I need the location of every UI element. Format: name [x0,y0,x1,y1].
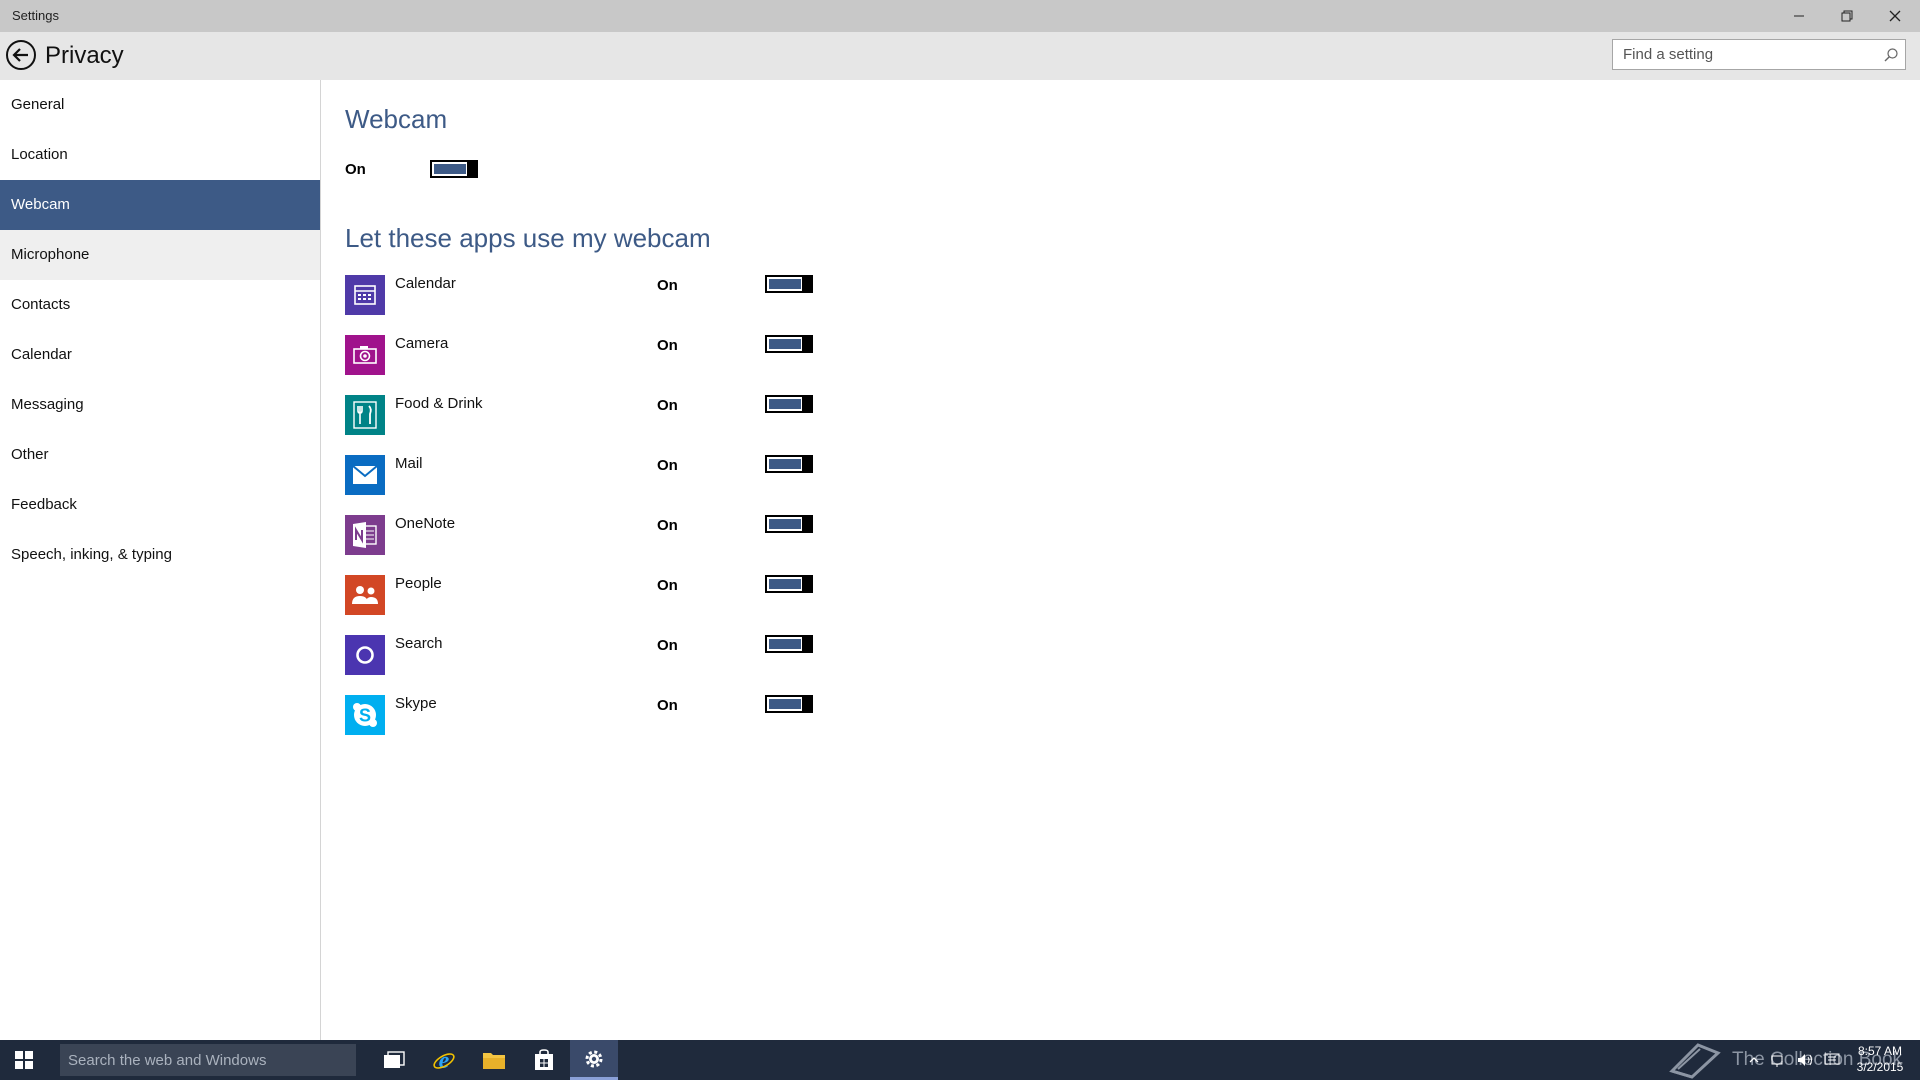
book-logo-icon [1669,1043,1721,1079]
clock-time: 8:57 AM [1857,1044,1903,1058]
page-header: Privacy [0,32,1920,80]
app-toggle-search[interactable] [765,635,813,653]
task-view-button[interactable] [370,1040,418,1080]
sidebar-item-feedback[interactable]: Feedback [0,480,320,530]
close-icon [1889,10,1901,22]
minimize-button[interactable] [1776,0,1822,32]
app-row-onenote: OneNote On [345,515,813,559]
sidebar-item-messaging[interactable]: Messaging [0,380,320,430]
section-title-apps: Let these apps use my webcam [345,223,711,253]
app-row-search: Search On [345,635,813,679]
chevron-up-icon[interactable] [1748,1054,1760,1066]
sidebar-item-general[interactable]: General [0,80,320,130]
app-row-food-drink: Food & Drink On [345,395,813,439]
app-toggle-food-drink[interactable] [765,395,813,413]
sidebar-item-microphone[interactable]: Microphone [0,230,320,280]
webcam-toggle-state: On [345,161,366,178]
sidebar-item-other[interactable]: Other [0,430,320,480]
volume-icon[interactable] [1796,1052,1814,1068]
system-tray [1748,1044,1840,1076]
store-icon [535,1049,553,1070]
app-row-people: People On [345,575,813,619]
sidebar-item-calendar[interactable]: Calendar [0,330,320,380]
store-button[interactable] [520,1040,568,1080]
search-icon[interactable] [1883,47,1899,63]
app-row-mail: Mail On [345,455,813,499]
network-icon[interactable] [1770,1052,1786,1068]
action-center-icon[interactable] [1824,1052,1840,1068]
app-state: On [657,697,678,714]
app-state: On [657,337,678,354]
app-name: Skype [395,695,437,712]
find-setting-box[interactable] [1612,39,1906,70]
page-title: Privacy [45,42,124,69]
app-toggle-camera[interactable] [765,335,813,353]
app-state: On [657,577,678,594]
app-row-calendar: Calendar On [345,275,813,319]
app-name: People [395,575,442,592]
app-state: On [657,457,678,474]
app-name: Food & Drink [395,395,483,412]
main-content: Webcam On Let these apps use my webcam C… [321,80,1920,1040]
title-bar: Settings [0,0,1920,32]
app-name: Mail [395,455,423,472]
internet-explorer-button[interactable]: e [420,1040,468,1080]
sidebar: General Location Webcam Microphone Conta… [0,80,321,1040]
task-view-icon [384,1051,405,1068]
taskbar-search-input[interactable] [60,1044,356,1076]
minimize-icon [1794,15,1804,17]
app-toggle-skype[interactable] [765,695,813,713]
sidebar-item-speech[interactable]: Speech, inking, & typing [0,530,320,580]
find-setting-input[interactable] [1613,40,1893,69]
camera-icon [345,335,385,375]
sidebar-item-location[interactable]: Location [0,130,320,180]
calendar-icon [345,275,385,315]
settings-taskbar-button[interactable] [570,1040,618,1080]
app-row-skype: S Skype On [345,695,813,739]
restore-button[interactable] [1824,0,1870,32]
sidebar-item-contacts[interactable]: Contacts [0,280,320,330]
taskbar-clock[interactable]: 8:57 AM 3/2/2015 [1855,1043,1905,1075]
start-button[interactable] [0,1040,48,1080]
section-title-webcam: Webcam [345,104,448,134]
app-state: On [657,277,678,294]
app-state: On [657,397,678,414]
onenote-icon [345,515,385,555]
app-toggle-people[interactable] [765,575,813,593]
back-button[interactable] [5,39,37,71]
close-button[interactable] [1872,0,1918,32]
app-name: Camera [395,335,449,352]
folder-icon [483,1053,505,1069]
people-icon [345,575,385,615]
app-toggle-mail[interactable] [765,455,813,473]
back-arrow-icon [6,40,36,70]
app-toggle-onenote[interactable] [765,515,813,533]
taskbar-search-box[interactable] [60,1044,356,1076]
gear-icon [585,1050,603,1067]
search-app-icon [345,635,385,675]
file-explorer-button[interactable] [470,1040,518,1080]
food-drink-icon [345,395,385,435]
clock-date: 3/2/2015 [1856,1060,1904,1074]
skype-icon: S [345,695,385,735]
app-name: OneNote [395,515,456,532]
windows-logo-icon [15,1051,33,1069]
taskbar: e [0,1040,1920,1080]
webcam-toggle[interactable] [430,160,478,178]
sidebar-item-webcam[interactable]: Webcam [0,180,320,230]
app-state: On [657,637,678,654]
app-row-camera: Camera On [345,335,813,379]
mail-icon [345,455,385,495]
window-title: Settings [12,8,59,23]
app-toggle-calendar[interactable] [765,275,813,293]
app-name: Calendar [395,275,456,292]
app-name: Search [395,635,443,652]
internet-explorer-icon: e [433,1048,455,1072]
restore-icon [1841,10,1853,22]
app-state: On [657,517,678,534]
svg-text:S: S [359,706,371,726]
